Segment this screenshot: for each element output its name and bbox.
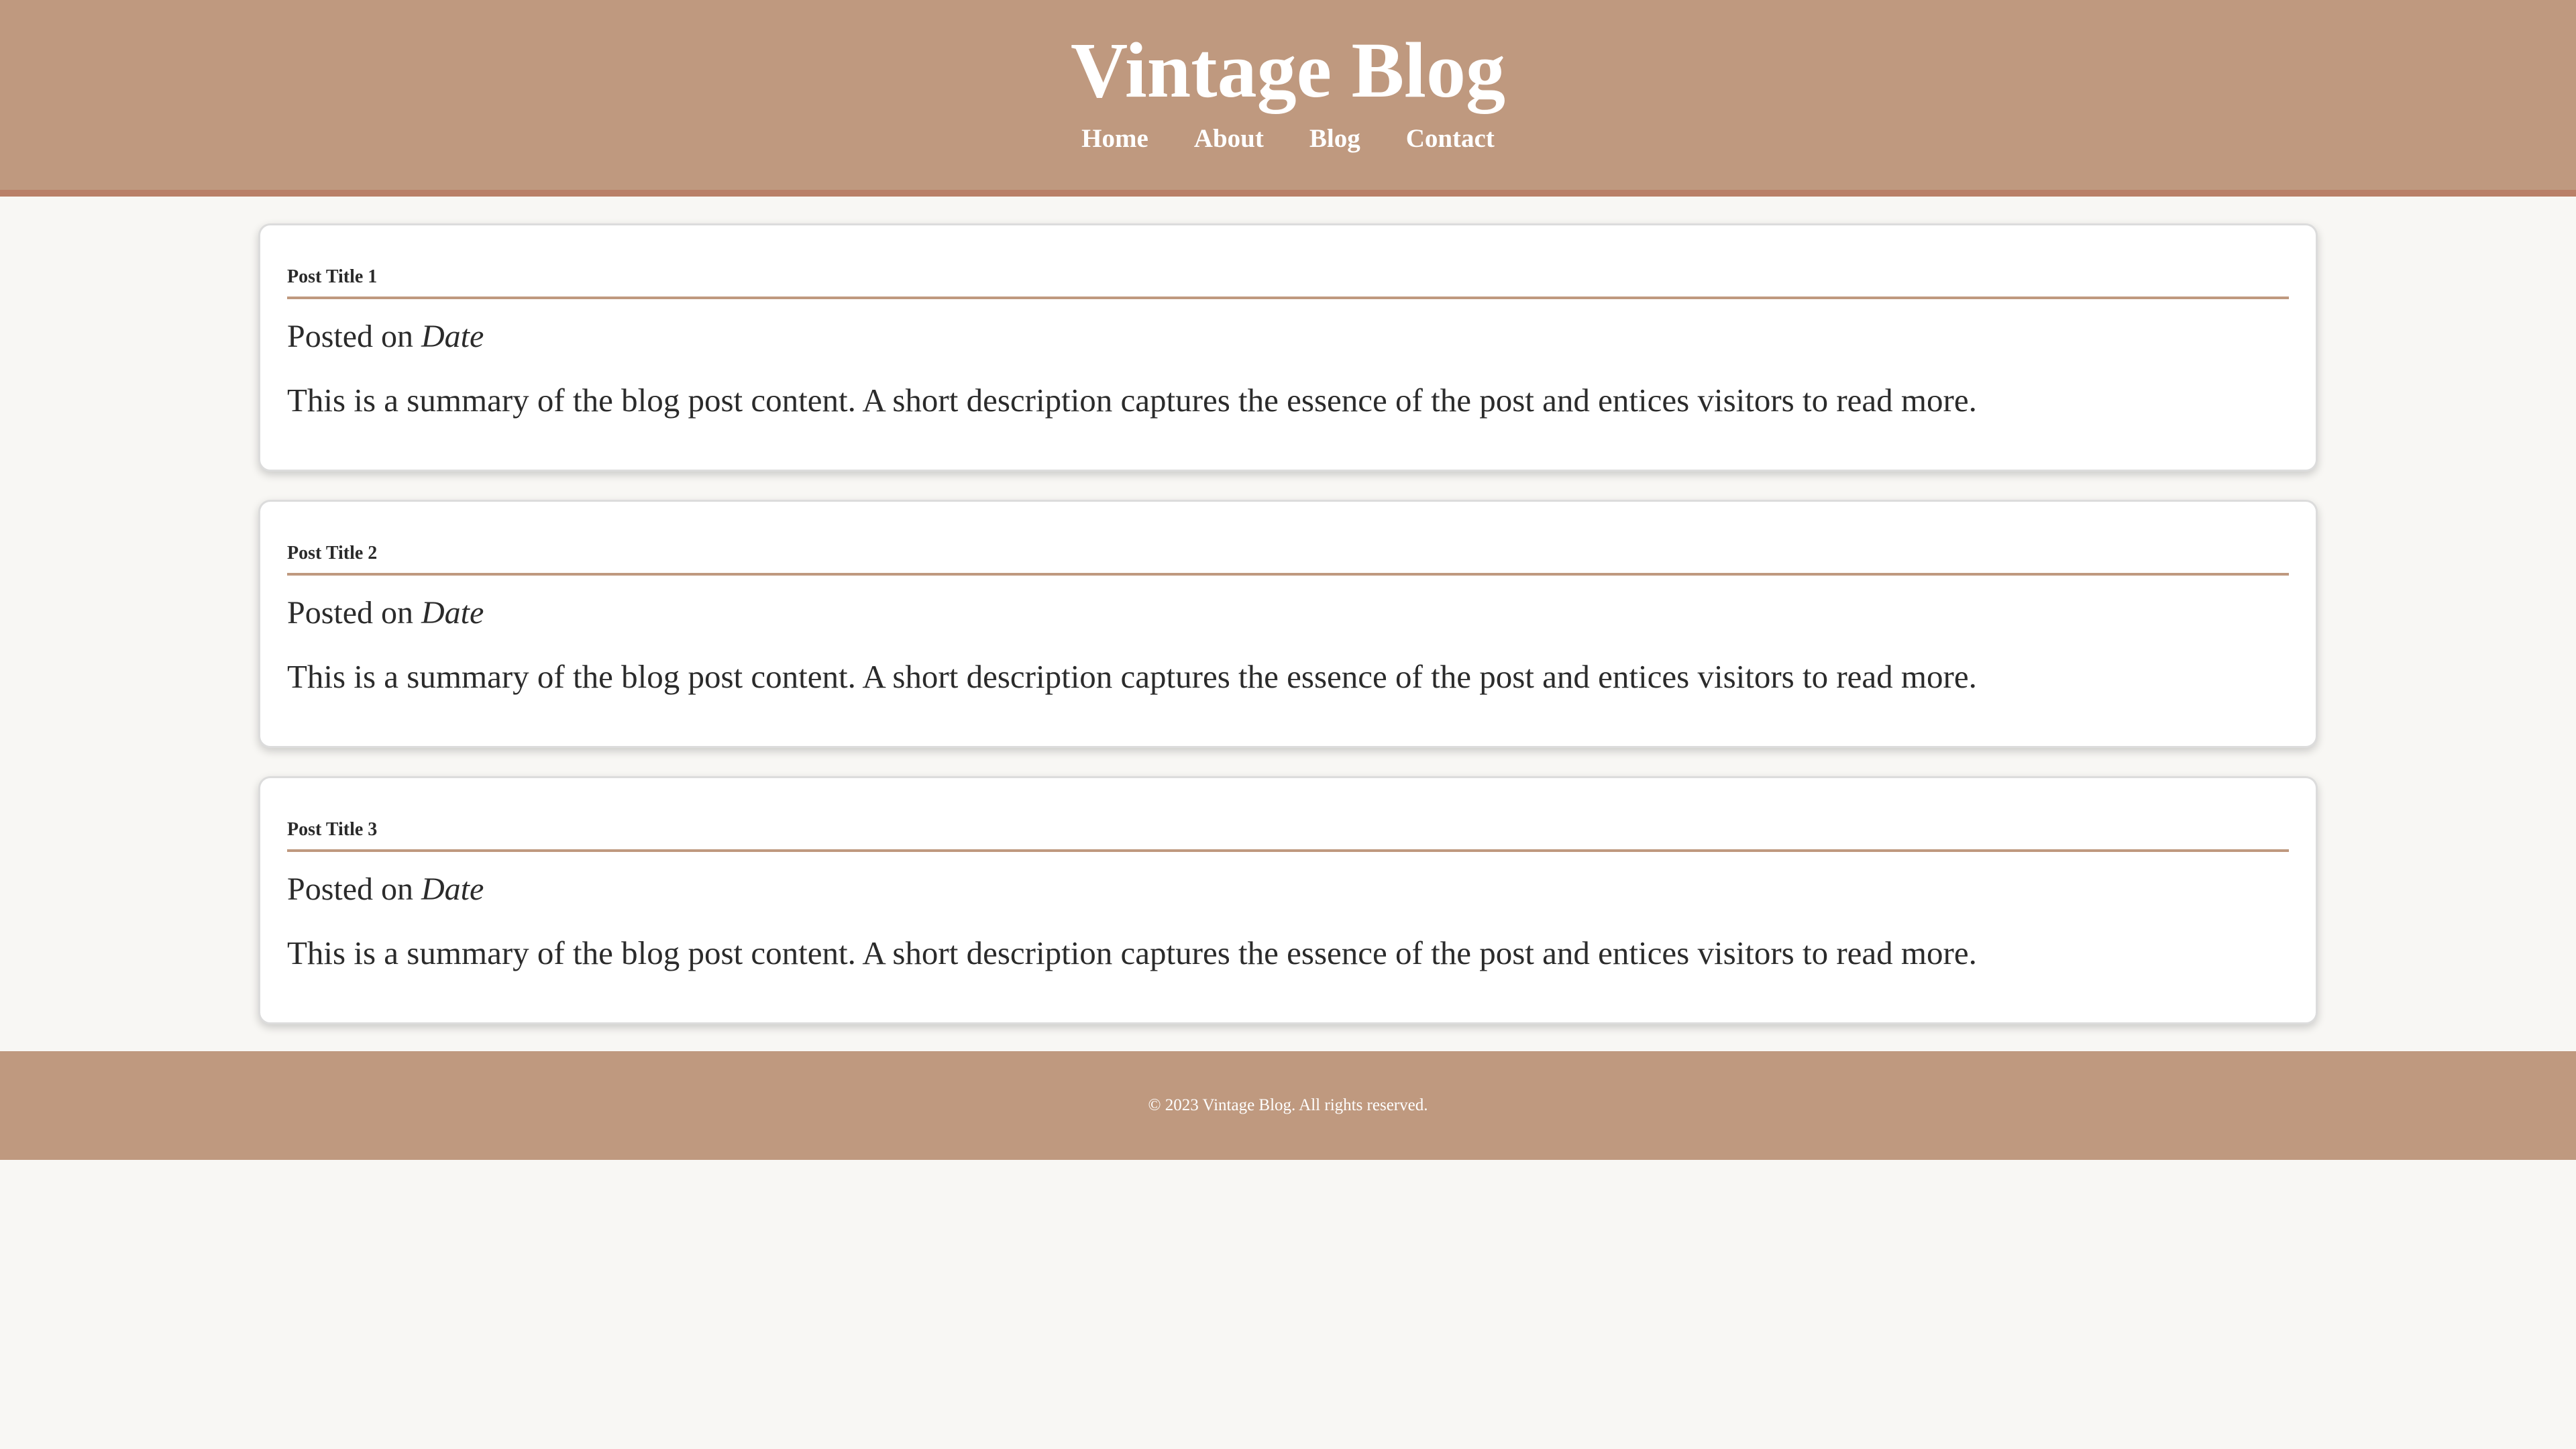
post-date: Date xyxy=(421,595,484,631)
post-date: Date xyxy=(421,319,484,354)
nav-link-contact[interactable]: Contact xyxy=(1406,122,1495,156)
footer-copyright: © 2023 Vintage Blog. All rights reserved… xyxy=(1148,1096,1428,1114)
site-footer: © 2023 Vintage Blog. All rights reserved… xyxy=(0,1051,2576,1160)
post-meta: Posted on Date xyxy=(287,869,2289,910)
post-meta: Posted on Date xyxy=(287,317,2289,357)
main-navigation: Home About Blog Contact xyxy=(0,122,2576,156)
site-title: Vintage Blog xyxy=(1071,26,1505,114)
post-summary: This is a summary of the blog post conte… xyxy=(287,658,1977,695)
post-summary: This is a summary of the blog post conte… xyxy=(287,382,1977,419)
post-list: Post Title 1 Posted on Date This is a su… xyxy=(258,223,2318,1024)
site-header: Vintage Blog Home About Blog Contact xyxy=(0,0,2576,197)
post-title[interactable]: Post Title 1 xyxy=(287,264,2289,299)
post-meta: Posted on Date xyxy=(287,593,2289,633)
post-title[interactable]: Post Title 3 xyxy=(287,817,2289,852)
post-card: Post Title 1 Posted on Date This is a su… xyxy=(258,223,2318,472)
nav-link-home[interactable]: Home xyxy=(1081,122,1148,156)
post-date: Date xyxy=(421,871,484,907)
post-title[interactable]: Post Title 2 xyxy=(287,541,2289,576)
posted-prefix: Posted on xyxy=(287,871,414,907)
post-card: Post Title 2 Posted on Date This is a su… xyxy=(258,500,2318,748)
posted-prefix: Posted on xyxy=(287,319,414,354)
posted-prefix: Posted on xyxy=(287,595,414,631)
nav-link-blog[interactable]: Blog xyxy=(1309,122,1360,156)
post-summary: This is a summary of the blog post conte… xyxy=(287,934,1977,971)
nav-link-about[interactable]: About xyxy=(1194,122,1264,156)
post-card: Post Title 3 Posted on Date This is a su… xyxy=(258,776,2318,1024)
